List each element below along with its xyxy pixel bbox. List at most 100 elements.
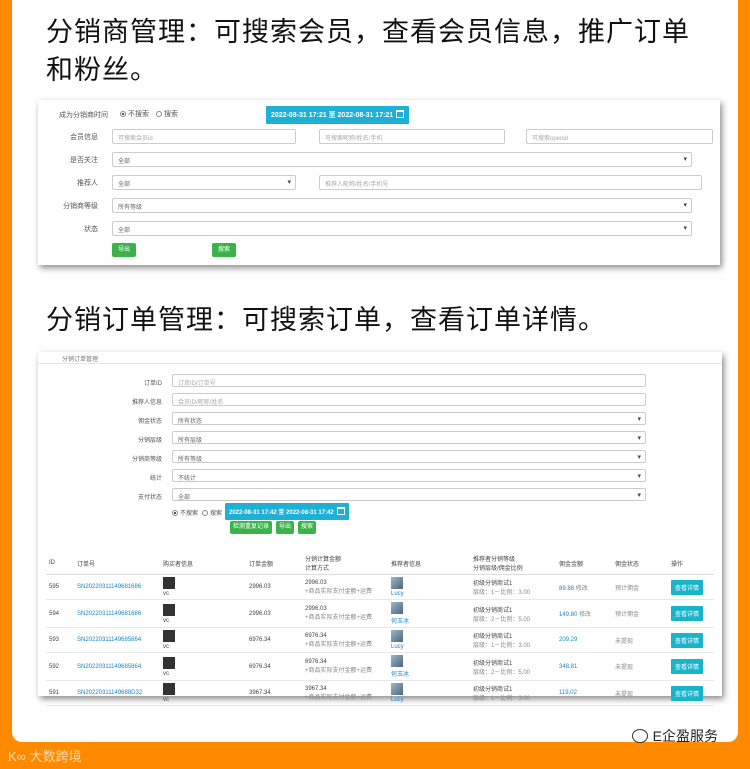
order-id-input[interactable]: 订单ID/订单号 <box>172 374 646 387</box>
buyer-avatar <box>163 630 175 642</box>
heading-orders: 分销订单管理：可搜索订单，查看订单详情。 <box>46 305 606 336</box>
edit-commission-link[interactable]: 修改 <box>579 612 591 618</box>
recommender-avatar <box>391 602 403 614</box>
order-radio-no-search[interactable]: 不搜索 <box>172 508 198 517</box>
cell-status: 预计佣金 <box>612 574 668 600</box>
time-label: 成为分销商时间 <box>59 112 108 119</box>
recommender-name[interactable]: Lucy <box>391 644 404 650</box>
recommender-avatar <box>391 655 403 667</box>
commission-status-select[interactable]: 所有状态 <box>172 412 646 425</box>
cell-commission: 89.88 修改 <box>556 574 612 600</box>
cell-commission: 348.81 <box>556 652 612 681</box>
buyer-name: vc <box>163 697 169 703</box>
table-row: 591 SN20220311149688D32 vc 3967.34 3967.34 +商… <box>46 680 714 706</box>
order-level-select[interactable]: 所有层级 <box>172 431 646 444</box>
cell-recommender: Lucy <box>388 680 470 706</box>
cell-commission: 119.02 <box>556 680 612 706</box>
recommender-name[interactable]: 何玉冰 <box>391 672 409 678</box>
radio-search[interactable]: 搜索 <box>156 109 178 119</box>
cell-order-no[interactable]: SN20220311149681686 <box>74 574 160 600</box>
cell-recommender: 何玉冰 <box>388 599 470 628</box>
view-detail-button[interactable]: 查看详情 <box>671 606 704 621</box>
table-row: 594 SN20220311149681686 vc 2996.03 2996.03 +商… <box>46 599 714 628</box>
cell-status: 未提现 <box>612 627 668 653</box>
cell-status: 预计佣金 <box>612 599 668 628</box>
order-no-link[interactable]: SN20220311149681686 <box>77 584 141 590</box>
cell-status: 未提现 <box>612 652 668 681</box>
column-header: 推荐者信息 <box>388 552 470 575</box>
column-header: 订单金额 <box>246 552 302 575</box>
buyer-name: vc <box>163 617 169 624</box>
calendar-icon <box>336 507 345 515</box>
radio-icon <box>156 111 162 117</box>
search-button[interactable]: 搜索 <box>212 243 236 257</box>
member-id-input[interactable]: 可搜索会员id <box>112 129 296 144</box>
order-no-link[interactable]: SN20220311149685864 <box>77 664 141 670</box>
check-duplicates-button[interactable]: 检测重复记录 <box>230 521 272 534</box>
order-level-label: 分销层级 <box>137 438 162 444</box>
cell-level: 初级分销商试1 层级：2－比例：5.00 <box>470 652 556 681</box>
recommender-label: 推荐人 <box>77 180 98 187</box>
order-radio-search[interactable]: 搜索 <box>202 508 222 517</box>
order-export-button[interactable]: 导出 <box>276 521 294 534</box>
cell-level: 初级分销商试1 层级：1－比例：3.00 <box>470 574 556 600</box>
cell-id: 594 <box>46 599 74 628</box>
cell-recommender: Lucy <box>388 574 470 600</box>
view-detail-button[interactable]: 查看详情 <box>671 632 704 648</box>
column-header: 佣金金额 <box>556 552 612 575</box>
cell-id: 591 <box>46 680 74 706</box>
buyer-name: vc <box>163 644 169 650</box>
level-label: 分销商等级 <box>63 203 98 210</box>
recommender-select[interactable]: 全部 <box>112 175 296 190</box>
footer-logo: K∞ 大数跨境 <box>8 749 82 764</box>
buyer-avatar <box>163 656 175 669</box>
view-detail-button[interactable]: 查看详情 <box>671 579 704 595</box>
date-range-picker[interactable]: 2022-08-31 17:21 至 2022-08-31 17:21 <box>266 106 410 124</box>
radio-no-search[interactable]: 不搜索 <box>120 109 149 119</box>
recommender-name[interactable]: Lucy <box>391 591 404 597</box>
dist-level-select[interactable]: 所有等级 <box>172 450 646 463</box>
buyer-avatar <box>163 577 175 589</box>
edit-commission-link[interactable]: 修改 <box>576 586 588 592</box>
view-detail-button[interactable]: 查看详情 <box>671 685 704 701</box>
cell-order-no[interactable]: SN20220311149688D32 <box>74 680 160 706</box>
commission-status-label: 佣金状态 <box>137 419 162 425</box>
calendar-icon <box>396 110 405 118</box>
cell-buyer: vc <box>160 652 246 681</box>
export-button[interactable]: 导出 <box>112 243 136 257</box>
recommender-name[interactable]: 何玉冰 <box>391 619 409 625</box>
title-divider <box>38 363 722 364</box>
pay-status-select[interactable]: 全部 <box>172 488 646 501</box>
order-search-button[interactable]: 搜索 <box>298 521 316 534</box>
level-select[interactable]: 所有等级 <box>112 198 692 213</box>
cell-calc: 6976.34 +商品实际支付金额+运费 <box>302 627 388 653</box>
radio-icon <box>202 510 208 516</box>
recommender-avatar <box>391 683 403 695</box>
recommender-input[interactable]: 推荐人昵称/姓名/手机号 <box>319 175 702 190</box>
recommender-name[interactable]: Lucy <box>391 697 404 703</box>
cell-id: 593 <box>46 627 74 653</box>
column-header: 佣金状态 <box>612 552 668 575</box>
openid-input[interactable]: 可搜索openid <box>526 129 713 144</box>
cell-amount: 3967.34 <box>246 680 302 706</box>
order-no-link[interactable]: SN20220311149685864 <box>77 637 141 643</box>
order-date-range-picker[interactable]: 2022-08-31 17:42 至 2022-08-31 17:42 <box>225 503 349 520</box>
cell-buyer: vc <box>160 599 246 628</box>
follow-select[interactable]: 全部 <box>112 152 692 167</box>
view-detail-button[interactable]: 查看详情 <box>671 659 704 674</box>
order-table: ID 订单号 购买者信息 订单金额 分销计算金额 计算方式 推荐者信息 推荐者分销等级 分销… <box>46 552 714 706</box>
footer-bar: K∞ 大数跨境 <box>0 742 750 769</box>
cell-order-no[interactable]: SN20220311149681686 <box>74 599 160 628</box>
stats-select[interactable]: 不统计 <box>172 469 646 482</box>
cell-commission: 209.29 <box>556 627 612 653</box>
status-select[interactable]: 全部 <box>112 221 692 236</box>
cell-order-no[interactable]: SN20220311149685864 <box>74 652 160 681</box>
member-name-input[interactable]: 可搜索昵称/姓名/手机 <box>319 129 505 144</box>
order-recommender-input[interactable]: 会员ID/昵称/姓名 <box>172 393 646 406</box>
cell-order-no[interactable]: SN20220311149685864 <box>74 627 160 653</box>
follow-label: 是否关注 <box>70 157 98 164</box>
cell-level: 初级分销商试1 层级：1－比例：3.00 <box>470 627 556 653</box>
order-no-link[interactable]: SN20220311149688D32 <box>77 690 142 696</box>
order-no-link[interactable]: SN20220311149681686 <box>77 611 141 617</box>
cell-calc: 2996.03 +商品实际支付金额+运费 <box>302 574 388 600</box>
